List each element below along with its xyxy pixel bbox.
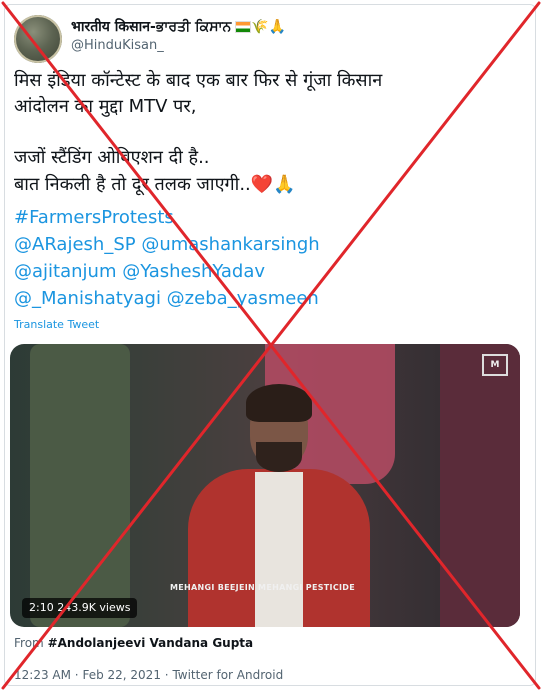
tweet-text-line-4: बात निकली है तो दूर तलक जाएगी..❤️🙏 (14, 174, 296, 195)
video-frame-shirt (255, 472, 303, 627)
mtv-logo: M (482, 354, 508, 376)
tweet-client: Twitter for Android (172, 668, 284, 682)
tweet-text-line-3: जजों स्टैंडिंग ओबिएशन दी है.. (14, 147, 210, 168)
video-player[interactable]: M MEHANGI BEEJEIN MEHANGI PESTICIDE 2:10… (10, 344, 520, 627)
tweet-text-line-2: आंदोलन का मुद्दा MTV पर, (14, 96, 197, 117)
avatar-ring (14, 15, 62, 63)
source-link[interactable]: #Andolanjeevi Vandana Gupta (48, 636, 254, 650)
avatar[interactable] (14, 15, 62, 63)
video-frame-hair (246, 384, 312, 422)
meta-separator-1: · (74, 668, 79, 682)
from-label: From (14, 636, 44, 650)
tweet-meta: 12:23 AM · Feb 22, 2021 · Twitter for An… (14, 668, 283, 682)
tweet-date[interactable]: Feb 22, 2021 (82, 668, 161, 682)
translate-tweet-link[interactable]: Translate Tweet (14, 318, 99, 331)
tweet-text-line-1: मिस इंडिया कॉन्टेस्ट के बाद एक बार फिर स… (14, 70, 383, 91)
video-frame-person-right (440, 344, 520, 627)
video-attribution: From #Andolanjeevi Vandana Gupta (14, 636, 253, 650)
video-views: 243.9K views (57, 601, 131, 614)
mention-links-3[interactable]: @_Manishatyagi @zeba_yasmeen (14, 286, 319, 312)
video-frame-person-left (30, 344, 130, 627)
video-duration: 2:10 (29, 601, 54, 614)
tweet-time[interactable]: 12:23 AM (14, 668, 71, 682)
mention-links-2[interactable]: @ajitanjum @YasheshYadav (14, 259, 265, 285)
meta-separator-2: · (164, 668, 169, 682)
video-frame-beard (256, 442, 302, 472)
user-handle[interactable]: @HinduKisan_ (71, 38, 164, 53)
india-flag-icon (235, 21, 252, 33)
mention-links-1[interactable]: @ARajesh_SP @umashankarsingh (14, 232, 320, 258)
display-name-text: भारतीय किसान-ਭਾਰਤੀ ਕਿਸਾਨ (71, 19, 232, 35)
video-stats-badge: 2:10 243.9K views (22, 598, 138, 618)
video-caption: MEHANGI BEEJEIN MEHANGI PESTICIDE (170, 583, 355, 592)
name-emojis: 🌾🙏 (251, 19, 287, 35)
hashtag-link[interactable]: #FarmersProtests (14, 205, 174, 231)
display-name[interactable]: भारतीय किसान-ਭਾਰਤੀ ਕਿਸਾਨ 🌾🙏 (71, 17, 286, 36)
